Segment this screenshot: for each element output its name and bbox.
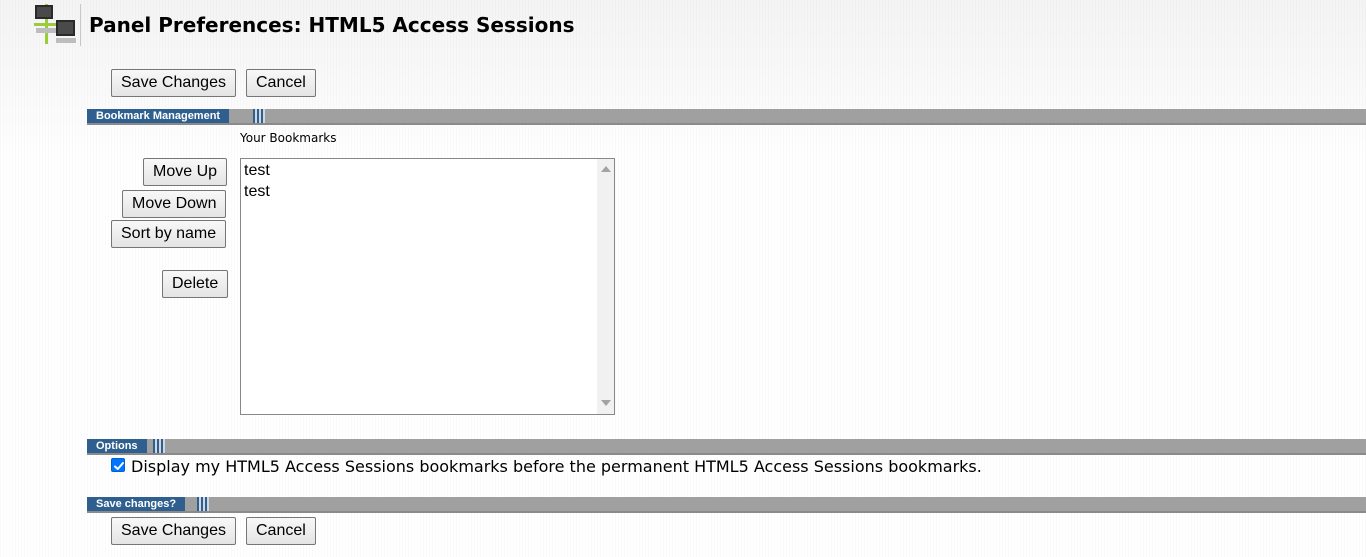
section-title: Options xyxy=(87,439,147,453)
section-title: Save changes? xyxy=(87,497,186,511)
your-bookmarks-label: Your Bookmarks xyxy=(240,131,337,145)
bookmark-option[interactable]: test xyxy=(243,160,596,181)
section-stripes xyxy=(253,109,265,123)
display-bookmarks-label[interactable]: Display my HTML5 Access Sessions bookmar… xyxy=(131,457,982,476)
cancel-button-top[interactable]: Cancel xyxy=(246,69,316,97)
display-bookmarks-checkbox[interactable] xyxy=(111,458,125,472)
move-down-button[interactable]: Move Down xyxy=(122,190,227,218)
panel-preferences-page: Panel Preferences: HTML5 Access Sessions… xyxy=(0,0,1366,557)
scroll-down-arrow-icon[interactable] xyxy=(601,400,611,406)
checkmark-icon xyxy=(114,462,124,470)
scroll-up-arrow-icon[interactable] xyxy=(601,166,611,172)
bookmarks-list: test test xyxy=(243,160,596,202)
move-up-button[interactable]: Move Up xyxy=(143,158,228,186)
network-computers-icon xyxy=(34,4,78,46)
options-header: Options xyxy=(87,439,1366,455)
bookmark-option[interactable]: test xyxy=(243,181,596,202)
save-changes-button-bottom[interactable]: Save Changes xyxy=(111,517,236,545)
cancel-button-bottom[interactable]: Cancel xyxy=(246,517,316,545)
section-title: Bookmark Management xyxy=(87,109,230,123)
bookmark-management-header: Bookmark Management xyxy=(87,109,1366,125)
delete-button[interactable]: Delete xyxy=(162,270,229,298)
page-title: Panel Preferences: HTML5 Access Sessions xyxy=(89,13,575,37)
sort-by-name-button[interactable]: Sort by name xyxy=(111,220,227,248)
listbox-scrollbar[interactable] xyxy=(597,159,614,414)
save-changes-button-top[interactable]: Save Changes xyxy=(111,69,236,97)
save-changes-header: Save changes? xyxy=(87,497,1366,513)
section-stripes xyxy=(153,439,165,453)
section-stripes xyxy=(197,497,209,511)
bookmarks-listbox[interactable]: test test xyxy=(240,158,615,415)
header-divider xyxy=(80,4,81,46)
